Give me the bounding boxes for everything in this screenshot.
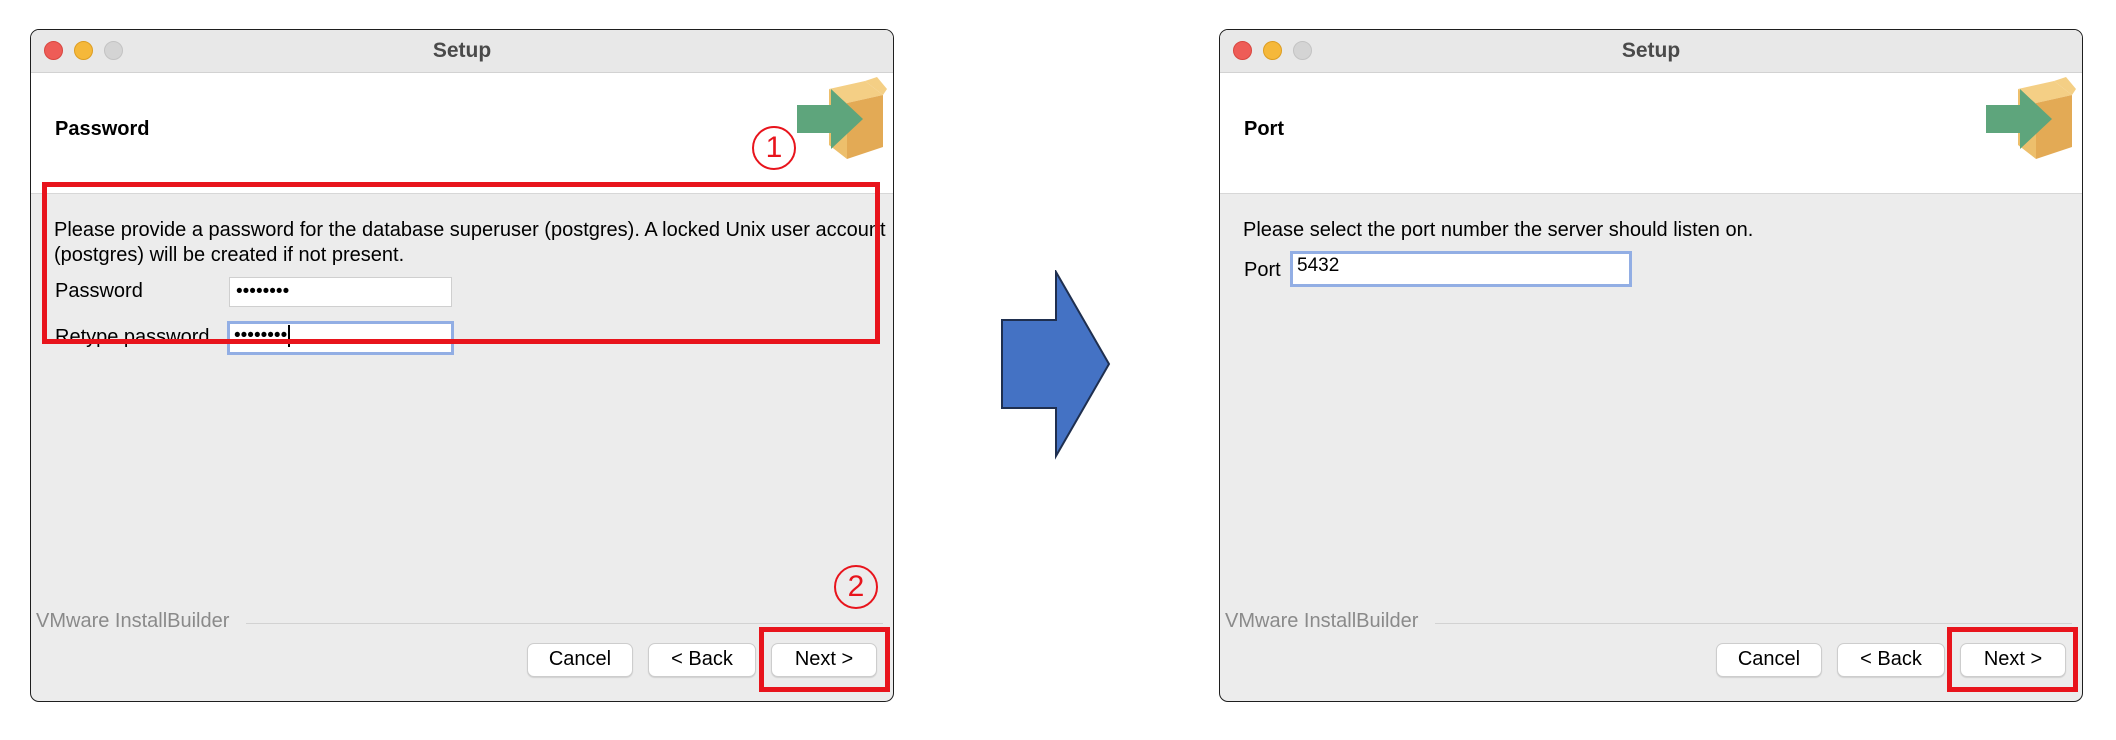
cancel-button[interactable]: Cancel [527,643,633,677]
brand-label: VMware InstallBuilder [36,610,230,632]
brand-label: VMware InstallBuilder [1225,610,1419,632]
title-bar: Setup [31,30,893,73]
title-bar: Setup [1220,30,2082,73]
cancel-button[interactable]: Cancel [1716,643,1822,677]
brand-divider [246,623,883,624]
setup-window-port: Setup Port Please select the port number… [1219,29,2083,702]
port-description: Please select the port number the server… [1243,219,1754,241]
window-title: Setup [1621,39,1681,62]
port-field[interactable]: 5432 [1290,251,1632,287]
back-button[interactable]: < Back [648,643,756,677]
page-title: Port [1244,118,1284,140]
highlight-next-button-left [759,627,890,692]
page-header: Port [1220,73,2082,194]
brand-divider [1435,623,2072,624]
installer-box-arrow-icon [797,77,887,159]
right-arrow-icon [1001,270,1111,460]
port-label: Port [1244,259,1281,281]
back-button[interactable]: < Back [1837,643,1945,677]
step-two-marker: 2 [834,565,878,609]
page-title: Password [55,118,150,140]
highlight-next-button-right [1947,627,2078,692]
window-title: Setup [432,39,492,62]
installer-box-arrow-icon [1986,77,2076,159]
highlight-password-fields [42,182,880,344]
step-one-marker: 1 [752,126,796,170]
